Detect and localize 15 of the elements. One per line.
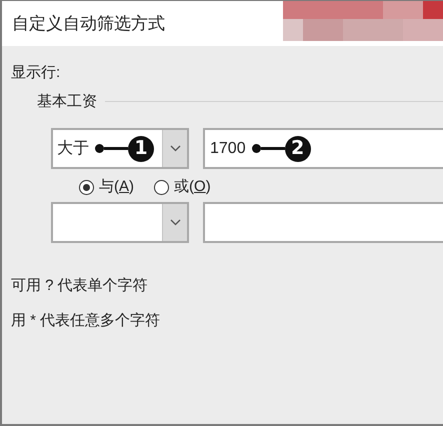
radio-option[interactable]: 或(O) — [154, 176, 211, 198]
operator-dropdown[interactable]: 大于 1 — [51, 128, 189, 169]
value-input-field[interactable] — [203, 202, 443, 243]
hint-text: 用 * 代表任意多个字符 — [11, 310, 162, 330]
chevron-down-icon — [170, 219, 180, 226]
hint-text: 可用 ? 代表单个字符 — [11, 276, 149, 296]
operator-dropdown[interactable] — [51, 202, 189, 243]
value-input-field[interactable]: 1700 2 — [203, 128, 443, 169]
operator-text: 大于 — [57, 138, 89, 158]
value-text: 1700 — [210, 138, 246, 158]
field-name-label: 基本工资 — [37, 92, 97, 112]
chevron-down-icon — [170, 145, 180, 152]
window-title: 自定义自动筛选方式 — [12, 12, 165, 35]
radio-option[interactable]: 与(A) — [79, 176, 134, 198]
section-label: 显示行: — [10, 63, 62, 83]
